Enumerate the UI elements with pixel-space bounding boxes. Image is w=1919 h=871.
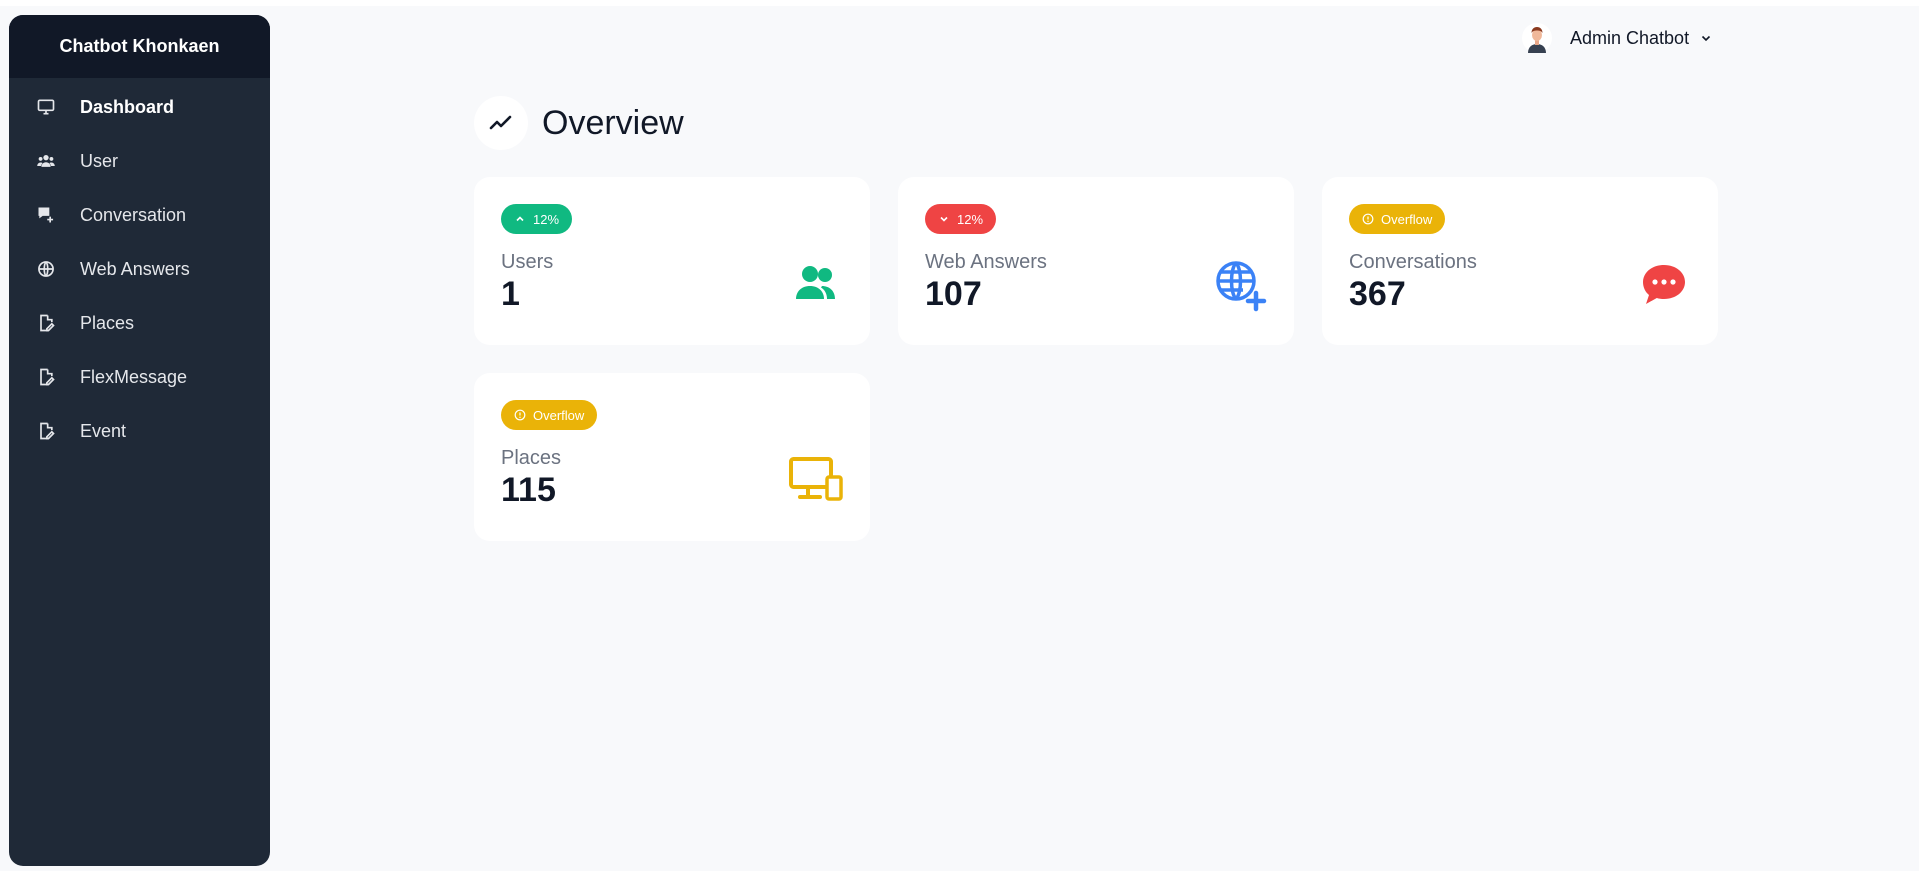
info-circle-icon — [1362, 213, 1374, 225]
badge-text: Overflow — [1381, 211, 1433, 227]
overflow-badge: Overflow — [1349, 204, 1446, 234]
globe-plus-icon — [1212, 257, 1268, 313]
devices-icon — [788, 453, 844, 509]
sidebar-item-label: Web Answers — [80, 258, 190, 279]
chevron-up-icon — [516, 216, 524, 222]
stat-card-places: Overflow Places 115 — [474, 373, 870, 541]
page-title: Overview — [542, 103, 684, 142]
user-name: Admin Chatbot — [1570, 27, 1690, 48]
card-value: 367 — [1349, 275, 1406, 313]
sidebar-item-user[interactable]: User — [9, 134, 270, 188]
sidebar-item-places[interactable]: Places — [9, 296, 270, 350]
sidebar-nav: Dashboard User Conversation Web Answers … — [9, 80, 270, 458]
sidebar-item-label: Event — [80, 420, 127, 441]
file-edit-icon — [35, 420, 57, 442]
sidebar-item-label: FlexMessage — [80, 366, 188, 387]
card-label: Web Answers — [925, 251, 1047, 273]
conversation-icon — [35, 204, 57, 226]
avatar — [1522, 23, 1552, 53]
sidebar-item-label: Places — [80, 312, 135, 333]
badge-text: 12% — [957, 211, 984, 227]
file-edit-icon — [35, 312, 57, 334]
card-value: 115 — [501, 471, 556, 509]
overflow-badge: Overflow — [501, 400, 598, 430]
user-menu[interactable]: Admin Chatbot — [1522, 22, 1713, 54]
globe-icon — [35, 258, 57, 280]
sidebar-item-label: Conversation — [80, 204, 187, 225]
sidebar-brand: Chatbot Khonkaen — [9, 15, 270, 78]
sidebar-item-event[interactable]: Event — [9, 404, 270, 458]
sidebar-item-dashboard[interactable]: Dashboard — [9, 80, 270, 134]
trend-down-badge: 12% — [925, 204, 997, 234]
card-value: 1 — [501, 275, 520, 313]
file-edit-icon — [35, 366, 57, 388]
users-icon — [35, 150, 57, 172]
badge-text: 12% — [533, 211, 560, 227]
card-label: Users — [501, 251, 554, 273]
top-strip — [0, 0, 1919, 6]
stat-card-conversations: Overflow Conversations 367 — [1322, 177, 1718, 345]
sidebar-item-conversation[interactable]: Conversation — [9, 188, 270, 242]
chevron-down-icon — [940, 216, 948, 222]
card-label: Places — [501, 447, 562, 469]
chat-bubble-icon — [1636, 257, 1692, 313]
badge-text: Overflow — [533, 407, 585, 423]
page-header: Overview — [474, 96, 684, 150]
sidebar: Chatbot Khonkaen Dashboard User Conversa… — [9, 15, 270, 866]
sidebar-item-flexmessage[interactable]: FlexMessage — [9, 350, 270, 404]
stat-card-web-answers: 12% Web Answers 107 — [898, 177, 1294, 345]
trend-line-icon — [474, 96, 528, 150]
card-value: 107 — [925, 275, 982, 313]
monitor-icon — [35, 96, 57, 118]
info-circle-icon — [514, 409, 526, 421]
sidebar-item-label: Dashboard — [80, 96, 175, 117]
stat-card-users: 12% Users 1 — [474, 177, 870, 345]
sidebar-item-web-answers[interactable]: Web Answers — [9, 242, 270, 296]
users-icon — [788, 257, 844, 313]
trend-up-badge: 12% — [501, 204, 573, 234]
sidebar-item-label: User — [80, 150, 119, 171]
chevron-down-icon — [1702, 35, 1711, 42]
card-label: Conversations — [1349, 251, 1477, 273]
